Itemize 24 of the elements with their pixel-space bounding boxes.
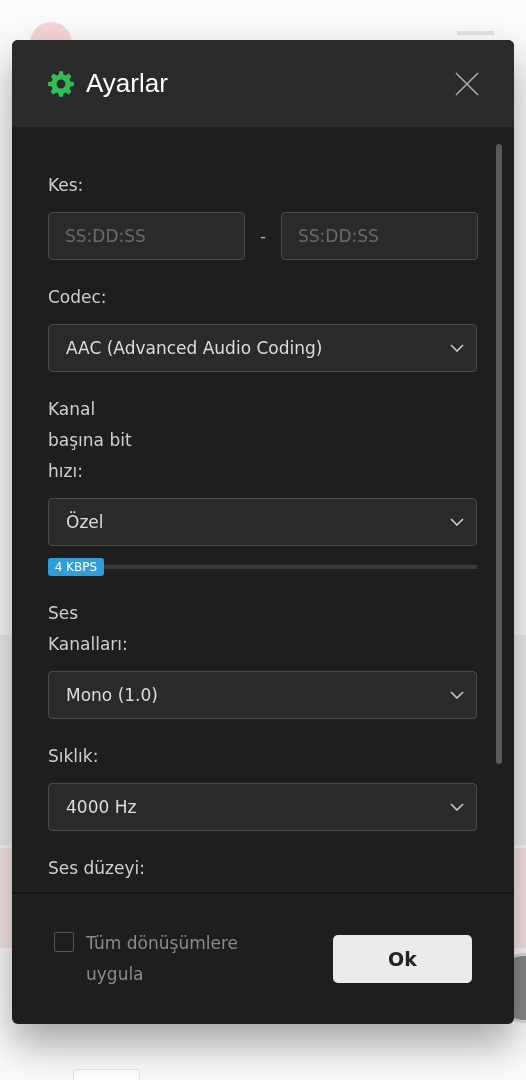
field-label: Kes: xyxy=(48,174,85,197)
field-label: Codec: xyxy=(48,286,108,309)
dialog-title: Ayarlar xyxy=(86,68,169,99)
field-label: Ses Kanalları: xyxy=(48,602,129,656)
range-separator: - xyxy=(258,226,268,246)
chevron-icon xyxy=(450,344,464,352)
dropdown[interactable]: Özel xyxy=(48,498,477,546)
chevron-icon xyxy=(450,691,464,699)
chevron-icon xyxy=(450,803,464,811)
dropdown[interactable]: 4000 Hz xyxy=(48,783,477,831)
checkbox-label: Tüm dönüşümlere uygula xyxy=(86,932,239,986)
field-label: Sıklık: xyxy=(48,745,100,768)
ok-button[interactable]: Ok xyxy=(333,935,472,983)
scrollbar[interactable] xyxy=(496,144,502,764)
dropdown[interactable]: Mono (1.0) xyxy=(48,671,477,719)
start-time-field[interactable]: SS:DD:SS xyxy=(48,212,245,260)
dropdown[interactable]: AAC (Advanced Audio Coding) xyxy=(48,324,477,372)
end-time-field[interactable]: SS:DD:SS xyxy=(281,212,478,260)
field-label: Ses düzeyi: xyxy=(48,857,146,880)
field-label: Kanal başına bit hızı: xyxy=(48,398,133,483)
close-icon[interactable] xyxy=(455,71,479,96)
settings-icon xyxy=(47,69,75,98)
checkbox[interactable] xyxy=(54,932,74,952)
chevron-icon xyxy=(450,518,464,526)
